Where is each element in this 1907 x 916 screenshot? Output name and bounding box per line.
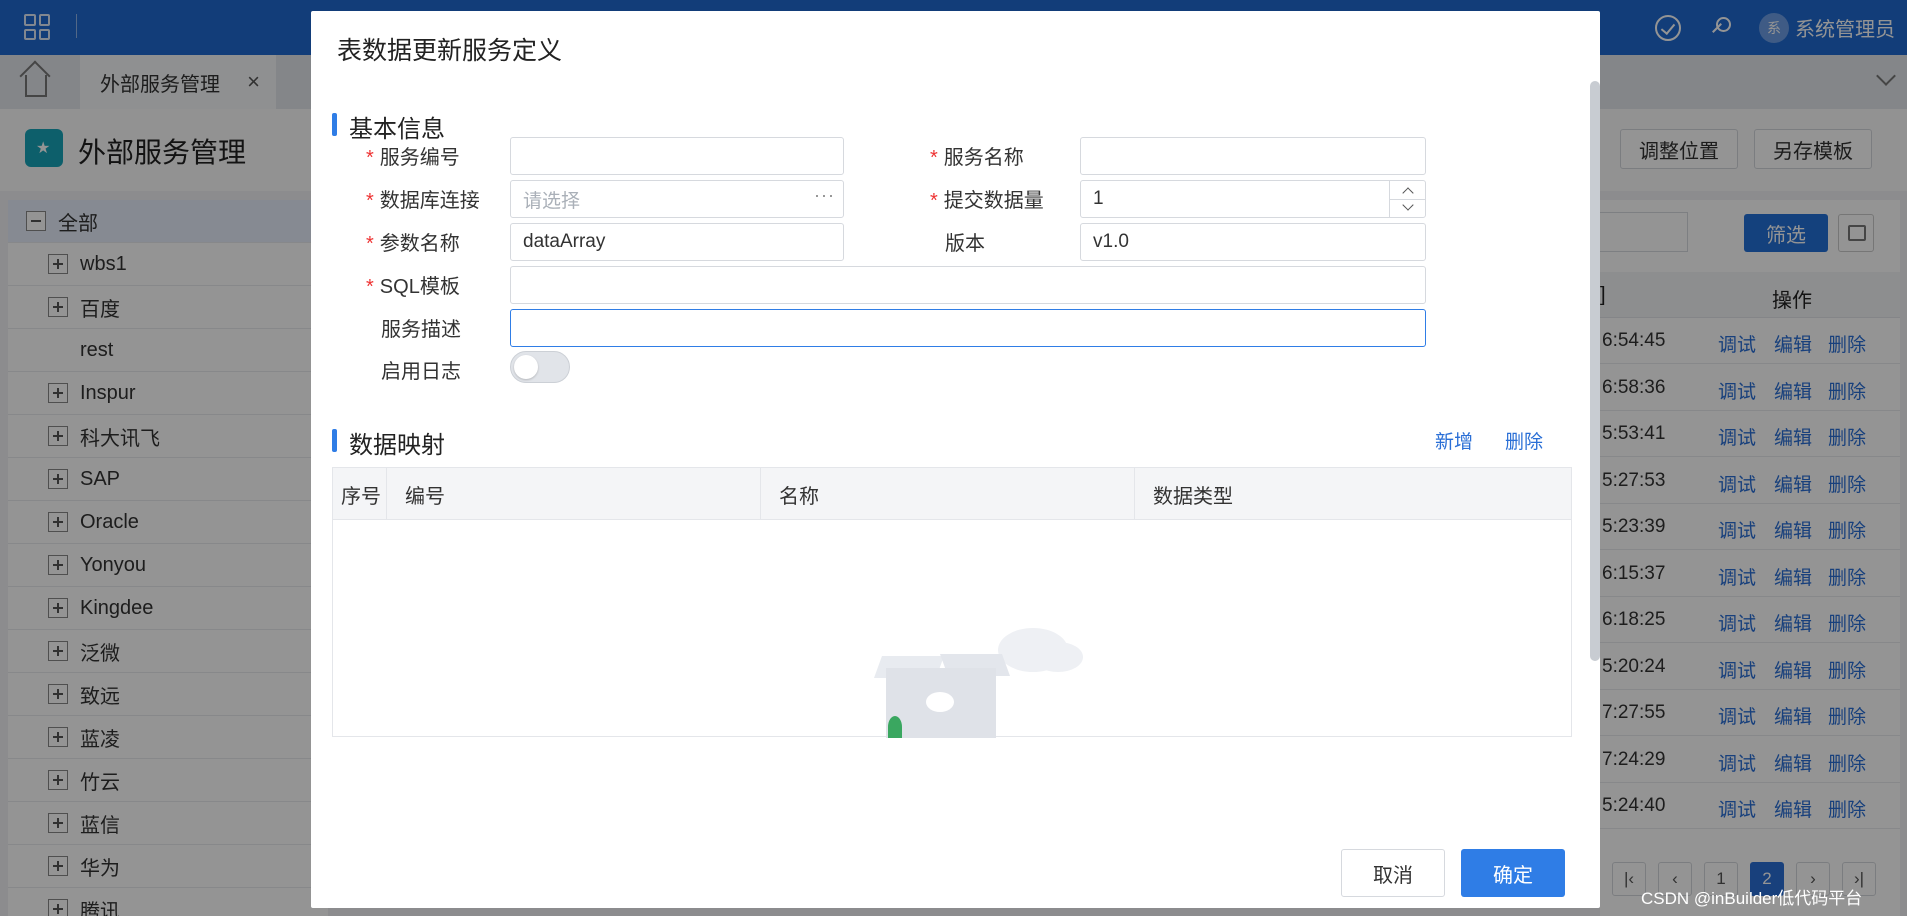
field-label-service-name: * 服务名称 [930,141,1024,170]
col-code: 编号 [387,468,761,520]
db-conn-select[interactable]: 请选择 ··· [510,180,844,218]
section-data-mapping: 数据映射 [332,425,445,460]
service-definition-dialog: 表数据更新服务定义 基本信息 * 服务编号 * 服务名称 * 数据库连接 请选择 ··… [311,11,1600,908]
cancel-button[interactable]: 取消 [1341,849,1445,897]
field-label-service-code: * 服务编号 [366,141,460,170]
field-label-service-desc: 服务描述 [381,319,461,341]
field-label-db-conn: * 数据库连接 [366,184,480,213]
required-mark: * [366,190,374,212]
label-text: 数据库连接 [379,190,480,212]
confirm-button[interactable]: 确定 [1461,849,1565,897]
delete-mapping-button[interactable]: 删除 [1505,427,1543,454]
increment-icon[interactable] [1402,187,1414,199]
param-name-input[interactable]: dataArray [510,223,844,261]
dialog-footer: 取消 确定 [311,819,1600,908]
stepper-value: 1 [1093,188,1104,209]
add-mapping-button[interactable]: 新增 [1435,427,1473,454]
empty-data-illustration [828,628,1088,738]
placeholder-text: 请选择 [523,190,581,212]
version-input[interactable]: v1.0 [1080,223,1426,261]
label-text: 参数名称 [379,233,460,255]
enable-log-toggle[interactable] [510,351,570,383]
label-text: SQL模板 [379,276,460,298]
service-name-input[interactable] [1080,137,1426,175]
required-mark: * [930,190,938,212]
required-mark: * [930,147,938,169]
dialog-body: 基本信息 * 服务编号 * 服务名称 * 数据库连接 请选择 ··· * 提交数据量 1… [311,81,1600,819]
sql-template-input[interactable] [510,266,1426,304]
col-data-type: 数据类型 [1153,485,1233,508]
dialog-title: 表数据更新服务定义 [337,37,563,65]
more-dots-icon[interactable]: ··· [814,185,835,206]
field-label-param-name: * 参数名称 [366,227,460,256]
label-text: 服务编号 [379,147,460,169]
field-label-version: 版本 [945,233,985,255]
required-mark: * [366,147,374,169]
watermark: CSDN @inBuilder低代码平台 [1641,889,1863,908]
service-desc-input[interactable] [510,309,1426,347]
decrement-icon[interactable] [1402,199,1414,211]
field-label-sql-template: * SQL模板 [366,270,460,299]
col-index: 序号 [333,468,387,520]
stepper-controls [1389,181,1426,217]
col-name: 名称 [761,468,1135,520]
grid-header: 序号 编号 名称 数据类型 [333,468,1571,520]
section-basic-info: 基本信息 [332,109,445,144]
required-mark: * [366,233,374,255]
label-text: 提交数据量 [943,190,1044,212]
mapping-grid: 序号 编号 名称 数据类型 [332,467,1572,738]
required-mark: * [366,276,374,298]
label-text: 服务名称 [943,147,1024,169]
field-label-enable-log: 启用日志 [381,361,461,383]
field-label-submit-count: * 提交数据量 [930,184,1044,213]
service-code-input[interactable] [510,137,844,175]
submit-count-stepper[interactable]: 1 [1080,180,1426,218]
